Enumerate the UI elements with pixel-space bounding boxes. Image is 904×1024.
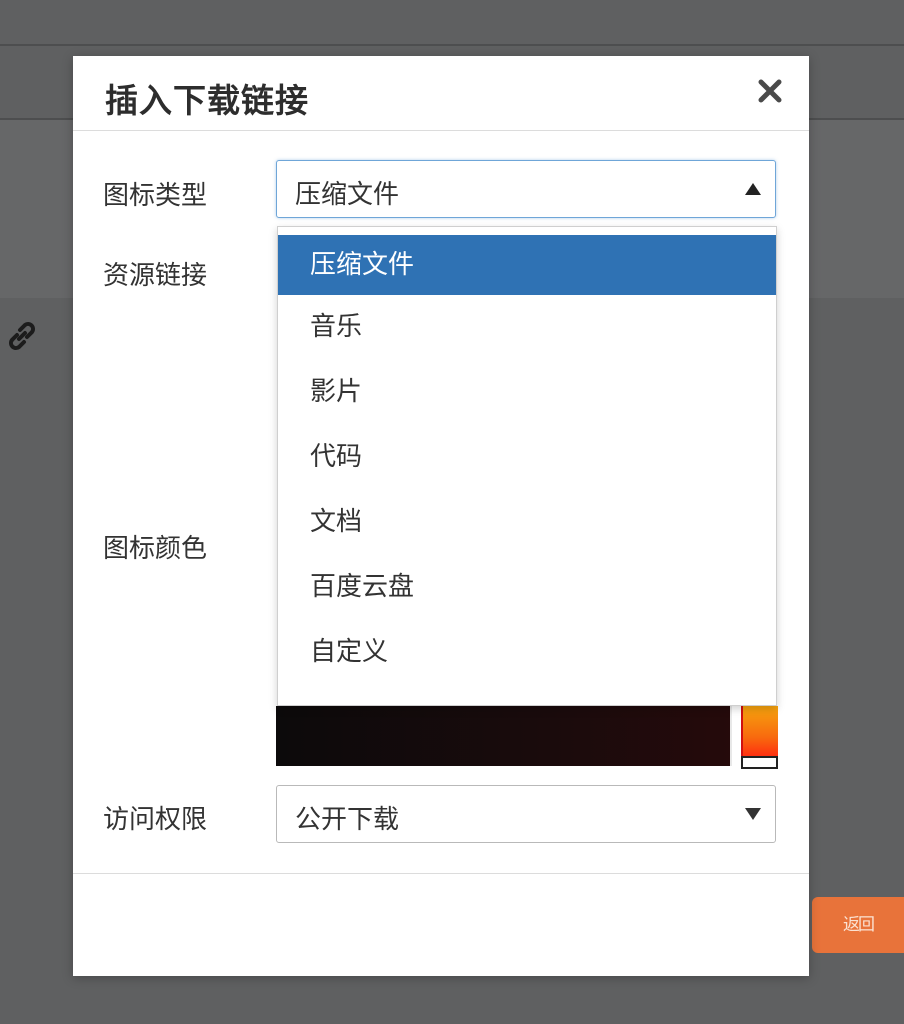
dialog-footer-divider: [73, 873, 809, 874]
insert-download-link-dialog: 插入下载链接 图标类型 压缩文件 资源链接 图标颜色 压缩文件 音乐 影片 代码…: [73, 56, 809, 976]
hue-slider-handle[interactable]: [741, 756, 778, 769]
dropdown-option-baidu-pan[interactable]: 百度云盘: [278, 555, 776, 620]
icon-type-label: 图标类型: [103, 181, 208, 211]
dropdown-option-document[interactable]: 文档: [278, 490, 776, 555]
background-divider: [0, 44, 904, 46]
hue-slider[interactable]: [741, 706, 778, 758]
dialog-header: 插入下载链接: [73, 56, 809, 131]
icon-type-select-value: 压缩文件: [295, 180, 400, 210]
dropdown-option-code[interactable]: 代码: [278, 425, 776, 490]
dropdown-option-video[interactable]: 影片: [278, 360, 776, 425]
color-saturation-area[interactable]: [276, 706, 732, 766]
access-label: 访问权限: [103, 805, 208, 835]
icon-type-select[interactable]: 压缩文件: [276, 160, 776, 218]
link-icon: [9, 322, 35, 350]
dropdown-option-custom[interactable]: 自定义: [278, 620, 776, 685]
dropdown-option-music[interactable]: 音乐: [278, 295, 776, 360]
color-picker-divider: [730, 706, 732, 766]
icon-color-label: 图标颜色: [103, 534, 208, 564]
close-icon[interactable]: [757, 76, 783, 106]
access-select-value: 公开下载: [295, 805, 400, 835]
background-orange-button[interactable]: 返回: [812, 897, 904, 953]
dialog-title: 插入下载链接: [105, 81, 309, 120]
chevron-up-icon: [745, 183, 761, 195]
access-select[interactable]: 公开下载: [276, 785, 776, 843]
resource-link-label: 资源链接: [103, 261, 208, 291]
icon-type-dropdown: 压缩文件 音乐 影片 代码 文档 百度云盘 自定义: [277, 226, 777, 706]
dropdown-option-zip[interactable]: 压缩文件: [278, 235, 776, 295]
chevron-down-icon: [745, 808, 761, 820]
